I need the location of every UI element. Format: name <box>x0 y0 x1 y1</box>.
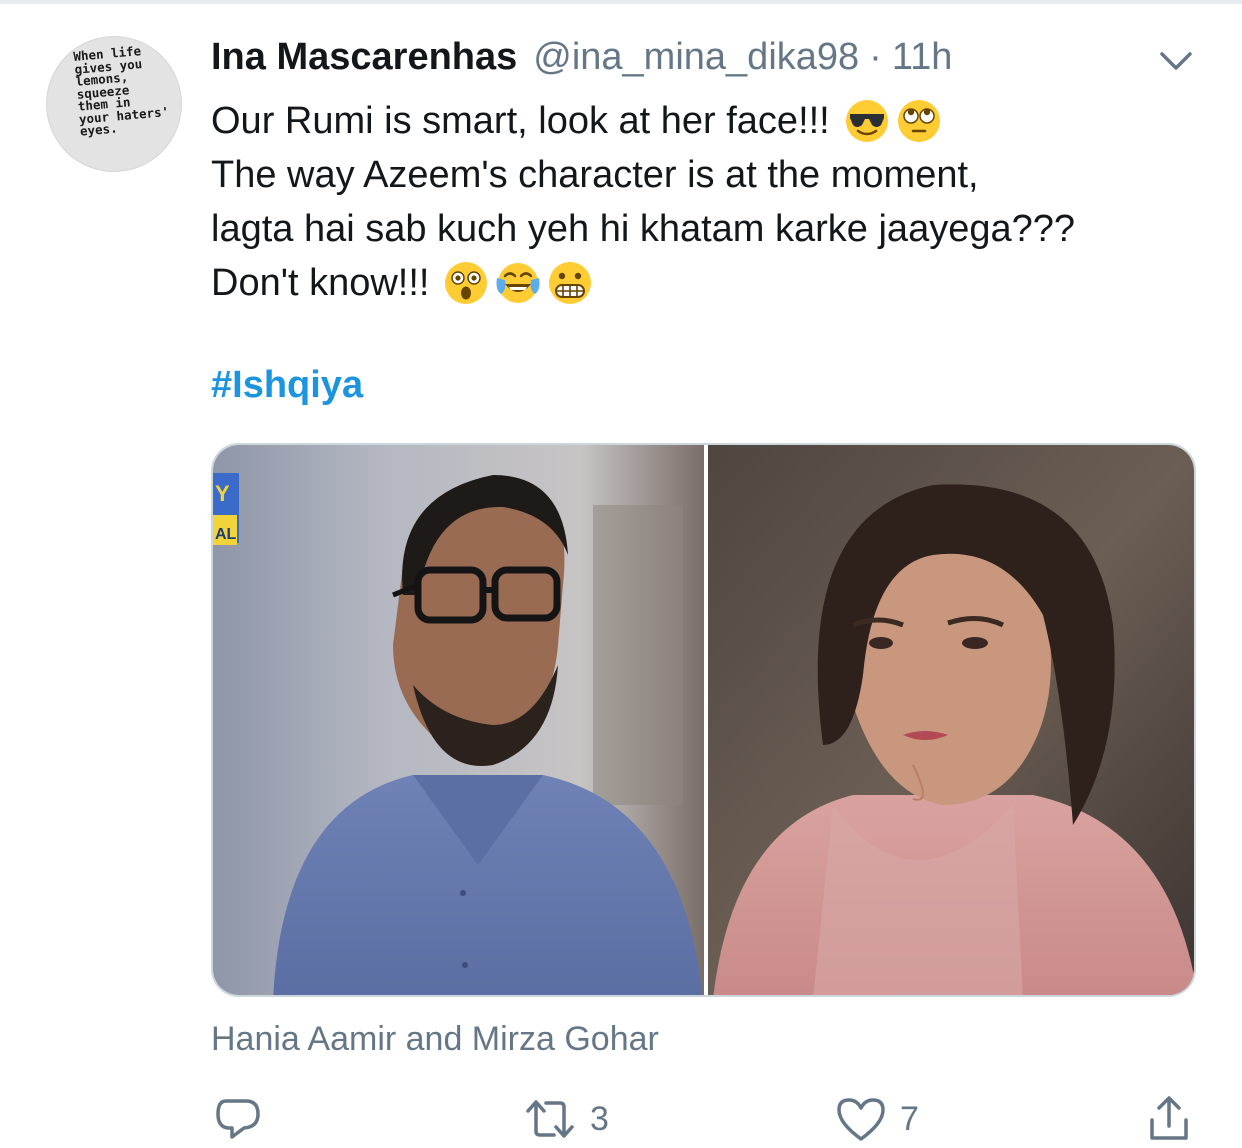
avatar[interactable]: When life gives you lemons, squeeze them… <box>46 36 182 172</box>
reply-icon <box>216 1099 260 1139</box>
retweet-icon <box>526 1100 574 1138</box>
tears-of-joy-face-icon <box>496 263 540 303</box>
separator-dot: · <box>869 36 882 78</box>
top-divider <box>0 0 1242 4</box>
like-button[interactable]: 7 <box>836 1090 919 1148</box>
hashtag-link[interactable]: #Ishqiya <box>211 364 363 407</box>
author-handle[interactable]: @ina_mina_dika98 <box>533 36 859 79</box>
tweet-line: Don't know!!! <box>211 256 1211 310</box>
reply-button[interactable] <box>214 1090 276 1148</box>
share-icon <box>1150 1096 1188 1140</box>
retweet-count: 3 <box>590 1099 609 1138</box>
like-icon <box>837 1098 885 1141</box>
tweet-header: Ina Mascarenhas @ina_mina_dika98 · 11h <box>211 36 952 86</box>
tweet-line: The way Azeem's character is at the mome… <box>211 148 1211 202</box>
astonished-face-icon <box>445 262 488 304</box>
tweet-line-text: lagta hai sab kuch yeh hi khatam karke j… <box>211 208 1075 250</box>
right-photo <box>708 445 1194 995</box>
tweet-text: Our Rumi is smart, look at her face!!! T… <box>211 94 1211 310</box>
channel-logo-y: Y <box>215 481 230 506</box>
tweet-line-text: Our Rumi is smart, look at her face!!! <box>211 100 830 142</box>
chevron-down-icon[interactable] <box>1156 46 1196 76</box>
tweet-actions: 3 7 <box>0 1090 1242 1148</box>
avatar-text: When life gives you lemons, squeeze them… <box>72 43 170 139</box>
author-name[interactable]: Ina Mascarenhas <box>211 36 517 79</box>
tweet-line: Our Rumi is smart, look at her face!!! <box>211 94 1211 148</box>
grimacing-face-icon <box>549 262 592 304</box>
share-button[interactable] <box>1146 1090 1192 1148</box>
tweet-line-text: The way Azeem's character is at the mome… <box>211 154 979 196</box>
tweet-line-text: Don't know!!! <box>211 262 430 304</box>
tweet-timestamp[interactable]: 11h <box>892 36 953 79</box>
rolling-eyes-face-icon <box>897 100 940 142</box>
like-count: 7 <box>900 1099 919 1138</box>
tweet-line: lagta hai sab kuch yeh hi khatam karke j… <box>211 202 1211 256</box>
media-images: Y AL <box>213 445 1194 995</box>
channel-logo-al: AL <box>215 526 237 543</box>
left-photo: Y AL <box>213 445 704 995</box>
sunglasses-face-icon <box>845 100 888 142</box>
tweet-media[interactable]: Y AL <box>211 443 1196 997</box>
retweet-button[interactable]: 3 <box>524 1090 609 1148</box>
media-caption: Hania Aamir and Mirza Gohar <box>211 1020 659 1058</box>
